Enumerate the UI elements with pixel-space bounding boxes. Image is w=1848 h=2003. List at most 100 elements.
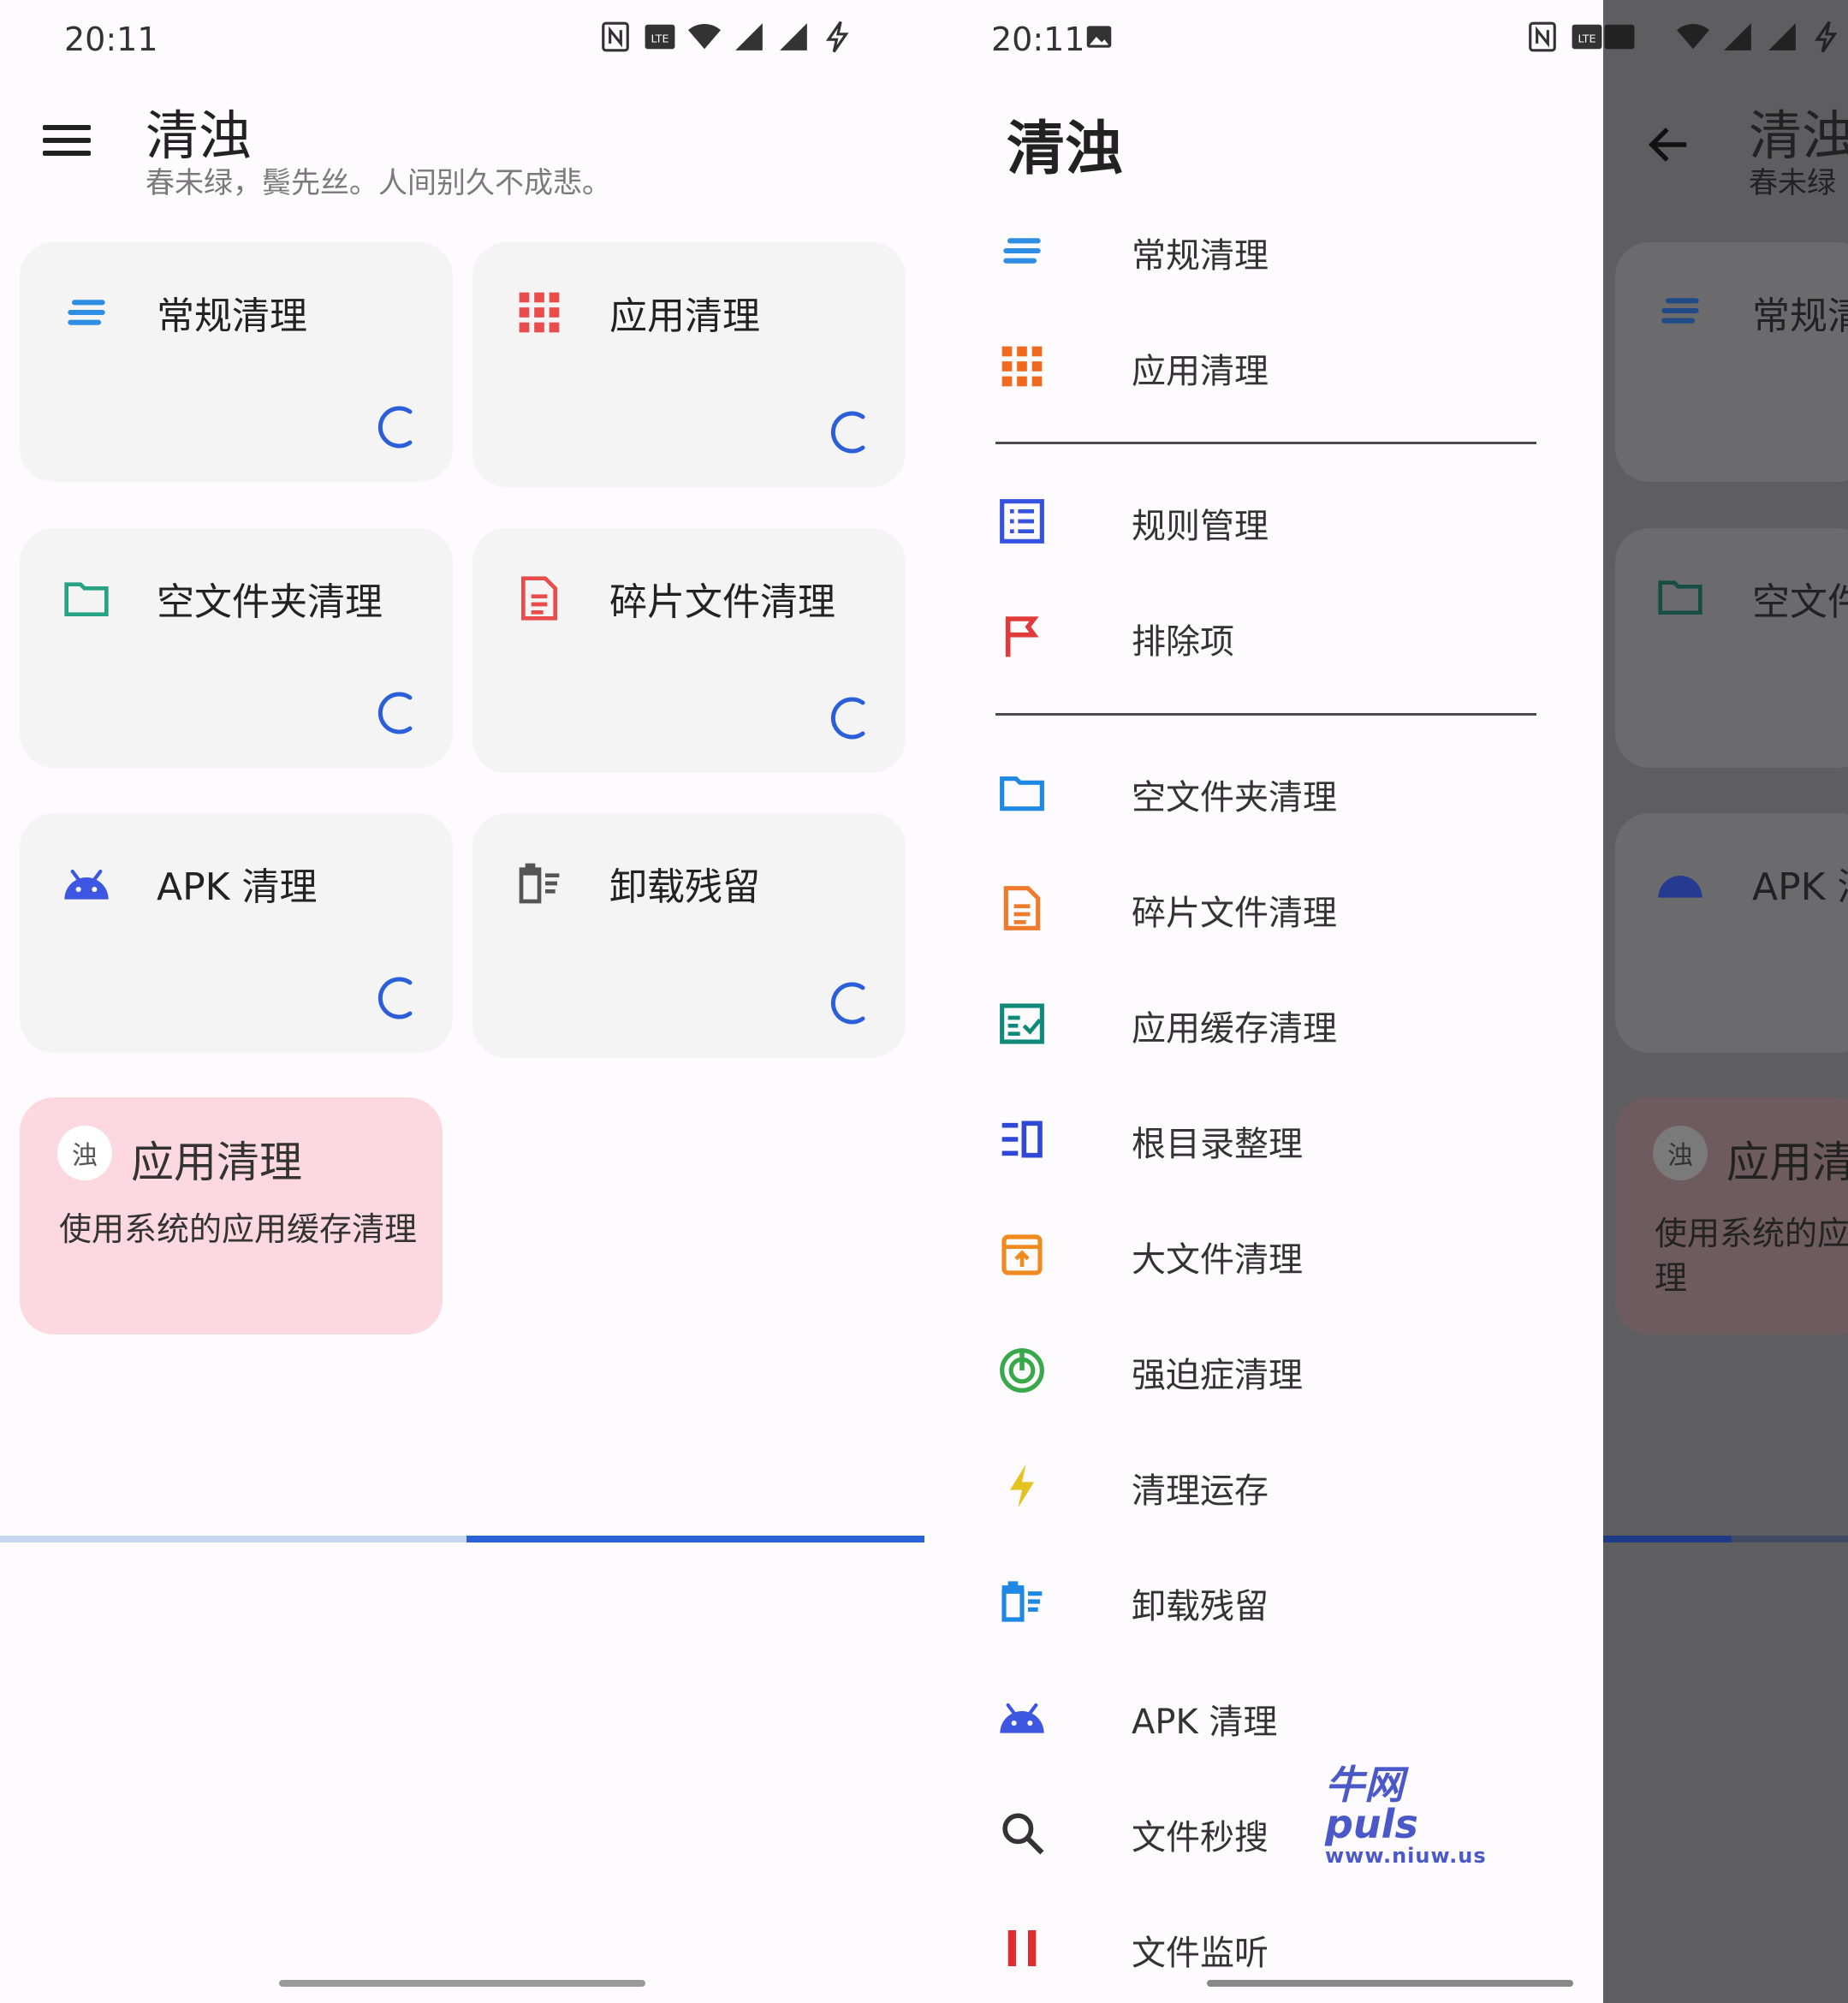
card-apk-clean[interactable]: APK 清理 [20, 813, 453, 1053]
volte-icon: LTE [1571, 21, 1603, 53]
flag-icon [997, 612, 1047, 662]
drawer-item-general-clean[interactable]: 常规清理 [927, 212, 1603, 289]
status-time: 20:11 [64, 21, 158, 58]
folder-icon [1658, 580, 1702, 615]
document-icon [997, 883, 1047, 933]
drawer-divider [995, 442, 1536, 444]
drawer-item-empty-folder-clean[interactable]: 空文件夹清理 [927, 754, 1603, 831]
card-empty-folder-clean[interactable]: 空文件夹清理 [20, 528, 453, 768]
drawer-item-file-monitor[interactable]: 文件监听 [927, 1910, 1603, 1987]
app-subtitle: 春未绿，鬓先丝。人间别久不成悲。 [146, 166, 611, 200]
signal-4g-icon [1766, 21, 1798, 53]
behind-card-label: 空文件 [1752, 580, 1848, 624]
image-icon [1083, 21, 1115, 53]
charging-icon [1810, 21, 1843, 53]
gesture-bar[interactable] [279, 1980, 645, 1987]
drawer-item-ocd-clean[interactable]: 强迫症清理 [927, 1332, 1603, 1409]
charging-icon [822, 21, 854, 53]
scrim[interactable]: 清浊 春未绿 常规清 空文件 APK 清 浊 应用清 使用系统的应 理 [1603, 0, 1848, 2003]
behind-card-label: APK 清 [1752, 865, 1848, 909]
feature-card-app-clean[interactable]: 浊 应用清理 使用系统的应用缓存清理 [20, 1097, 443, 1334]
drawer-item-uninstall-residue[interactable]: 卸载残留 [927, 1563, 1603, 1640]
nfc-icon [1526, 21, 1559, 53]
card-label: 应用清理 [609, 294, 760, 338]
radar-icon [997, 1346, 1047, 1395]
drawer-item-label: 卸载残留 [1132, 1587, 1269, 1626]
watermark: 牛网puls www.niuw.us [1325, 1765, 1496, 1868]
behind-card-label: 常规清 [1752, 294, 1848, 338]
search-icon [997, 1808, 1047, 1857]
drawer-item-label: 大文件清理 [1132, 1240, 1303, 1280]
card-general-clean[interactable]: 常规清理 [20, 242, 453, 482]
card-app-clean[interactable]: 应用清理 [472, 242, 906, 487]
android-icon [997, 1692, 1047, 1742]
loading-spinner [830, 982, 865, 1025]
card-label: 空文件夹清理 [157, 580, 383, 624]
checklist-icon [997, 999, 1047, 1049]
behind-feature-title: 应用清 [1726, 1138, 1848, 1187]
drawer-item-label: 文件监听 [1132, 1934, 1269, 1973]
drawer-item-file-search[interactable]: 文件秒搜 [927, 1794, 1603, 1871]
wifi-icon [1677, 21, 1709, 53]
card-fragment-clean[interactable]: 碎片文件清理 [472, 528, 906, 773]
card-label: 常规清理 [157, 294, 307, 338]
behind-card: 空文件 [1615, 528, 1848, 768]
drawer-title: 清浊 [1007, 116, 1124, 183]
drawer-item-label: 清理运存 [1132, 1471, 1269, 1511]
status-icons [1677, 21, 1843, 53]
drawer-item-large-file-clean[interactable]: 大文件清理 [927, 1216, 1603, 1293]
drawer-divider [995, 713, 1536, 716]
drawer-item-app-cache-clean[interactable]: 应用缓存清理 [927, 985, 1603, 1062]
drawer-item-label: 强迫症清理 [1132, 1356, 1303, 1395]
behind-subtitle: 春未绿 [1749, 166, 1836, 200]
drawer-item-fragment-clean[interactable]: 碎片文件清理 [927, 870, 1603, 947]
bolt-icon [997, 1461, 1047, 1511]
loading-spinner [830, 697, 865, 740]
card-uninstall-residue[interactable]: 卸载残留 [472, 813, 906, 1058]
drawer-item-rule-management[interactable]: 规则管理 [927, 483, 1603, 560]
scan-progress-fill [466, 1536, 924, 1542]
android-icon [61, 858, 112, 909]
status-bar: 20:11 LTE [0, 0, 927, 79]
trash-list-icon [997, 1577, 1047, 1626]
drawer-item-memory-clean[interactable]: 清理运存 [927, 1447, 1603, 1525]
behind-progress [1603, 1536, 1848, 1542]
card-label: 碎片文件清理 [609, 580, 835, 624]
navigation-drawer: 20:11 LTE 清浊 常规清理 应用清理 规则管理 排除项 空文件夹清理 碎… [927, 0, 1603, 2003]
upload-box-icon [997, 1230, 1047, 1280]
behind-feature-desc: 理 [1655, 1259, 1688, 1297]
document-icon [514, 573, 565, 624]
android-icon [1658, 876, 1702, 898]
drawer-item-exclusions[interactable]: 排除项 [927, 598, 1603, 675]
drawer-item-label: 常规清理 [1132, 236, 1269, 276]
status-time: 20:11 [991, 21, 1085, 58]
card-label: 卸载残留 [609, 865, 760, 909]
volte-icon: LTE [644, 21, 676, 53]
lines-icon [1661, 298, 1699, 324]
app-title: 清浊 [146, 104, 253, 167]
drawer-item-label: 碎片文件清理 [1132, 894, 1337, 933]
svg-text:LTE: LTE [1578, 32, 1595, 45]
back-arrow-icon [1648, 128, 1687, 162]
lines-icon [61, 287, 112, 338]
drawer-item-label: 应用缓存清理 [1132, 1009, 1337, 1049]
watermark-brand: 牛网puls [1325, 1762, 1418, 1847]
loading-spinner [377, 977, 413, 1019]
trash-list-icon [514, 858, 565, 909]
wifi-icon [688, 21, 721, 53]
drawer-item-apk-clean[interactable]: APK 清理 [927, 1679, 1603, 1756]
drawer-item-root-organize[interactable]: 根目录整理 [927, 1101, 1603, 1178]
drawer-item-app-clean[interactable]: 应用清理 [927, 328, 1603, 405]
signal-4g-icon [777, 21, 810, 53]
pause-icon [997, 1923, 1047, 1973]
scan-progress [0, 1536, 924, 1542]
menu-button[interactable] [43, 125, 91, 163]
status-icons: LTE [599, 21, 854, 53]
card-label: APK 清理 [157, 865, 318, 909]
drawer-item-label: 文件秒搜 [1132, 1818, 1269, 1857]
behind-card: APK 清 [1615, 813, 1848, 1053]
sort-icon [997, 1114, 1047, 1164]
gesture-bar[interactable] [1207, 1980, 1573, 1987]
nfc-icon [599, 21, 632, 53]
main-screen: 20:11 LTE 清浊 春未绿，鬓先丝。人间别久不成悲。 常规清理 应用清理 … [0, 0, 927, 2003]
